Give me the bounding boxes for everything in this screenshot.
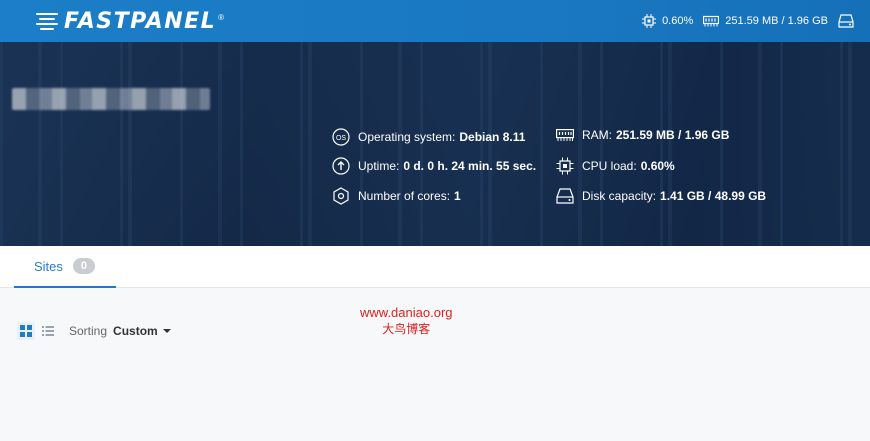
- grid-view-icon: [20, 325, 32, 337]
- watermark-name: 大鸟博客: [382, 322, 431, 336]
- watermark-url: www.daniao.org: [360, 305, 453, 320]
- ram-stat[interactable]: 251.59 MB / 1.96 GB: [703, 15, 828, 27]
- top-stats: 0.60% 251.59 MB / 1.96 GB: [632, 13, 860, 29]
- ram-usage-value: 251.59 MB / 1.96 GB: [725, 15, 828, 27]
- ram-icon: [556, 129, 574, 141]
- disk-icon: [838, 14, 854, 28]
- ram-label: RAM:: [582, 128, 612, 142]
- os-value: Debian 8.11: [459, 130, 526, 144]
- tab-sites-label: Sites: [34, 258, 63, 274]
- list-view-button[interactable]: [39, 322, 57, 340]
- os-icon: OS: [332, 128, 350, 146]
- cpu-stat[interactable]: 0.60%: [642, 14, 693, 28]
- disk-info: Disk capacity: 1.41 GB / 48.99 GB: [556, 187, 766, 205]
- uptime-label: Uptime:: [358, 159, 400, 173]
- list-view-icon: [42, 326, 54, 336]
- server-hostname-blurred: [12, 88, 210, 110]
- cores-info: Number of cores: 1: [332, 187, 461, 205]
- watermark: www.daniao.org 大鸟博客: [360, 305, 453, 337]
- cores-value: 1: [454, 189, 461, 203]
- tab-sites[interactable]: Sites 0: [14, 246, 116, 288]
- sorting-value: Custom: [113, 324, 158, 338]
- disk-label: Disk capacity:: [582, 189, 657, 203]
- cores-label: Number of cores:: [358, 189, 451, 203]
- cpu-label: CPU load:: [582, 159, 637, 173]
- logo-registered-mark: ®: [218, 12, 225, 22]
- cpu-icon: [556, 157, 574, 175]
- os-info: OS Operating system: Debian 8.11: [332, 128, 525, 146]
- ram-info: RAM: 251.59 MB / 1.96 GB: [556, 128, 729, 142]
- cpu-chip-icon: [642, 14, 657, 28]
- server-hero: OS Operating system: Debian 8.11 Uptime:…: [0, 42, 870, 246]
- cpu-usage-value: 0.60%: [662, 15, 694, 27]
- uptime-arrow-icon: [332, 157, 350, 175]
- sites-toolbar: Sorting Custom: [17, 322, 171, 340]
- cpu-value: 0.60%: [640, 159, 675, 173]
- logo-text: FASTPANEL: [64, 8, 217, 34]
- disk-value: 1.41 GB / 48.99 GB: [660, 189, 767, 203]
- memory-icon: [703, 15, 720, 27]
- tab-bar: Sites 0: [0, 246, 870, 288]
- disk-capacity-icon: [556, 188, 574, 204]
- caret-down-icon: [162, 329, 171, 333]
- cores-hexagon-icon: [333, 187, 349, 205]
- disk-stat[interactable]: [838, 13, 860, 29]
- svg-text:OS: OS: [336, 135, 346, 142]
- logo[interactable]: FASTPANEL ®: [36, 9, 224, 34]
- uptime-value: 0 d. 0 h. 24 min. 55 sec.: [403, 159, 537, 173]
- top-bar: FASTPANEL ® 0.60% 251.59 MB / 1.96 GB: [0, 0, 870, 42]
- cpu-info: CPU load: 0.60%: [556, 157, 675, 175]
- sites-count-badge: 0: [72, 258, 96, 274]
- grid-view-button[interactable]: [17, 322, 35, 340]
- sorting-label: Sorting: [69, 324, 108, 338]
- logo-lines-icon: [36, 12, 58, 30]
- os-label: Operating system:: [358, 130, 456, 144]
- ram-value: 251.59 MB / 1.96 GB: [616, 128, 730, 142]
- sorting-dropdown[interactable]: Custom: [113, 324, 171, 338]
- uptime-info: Uptime: 0 d. 0 h. 24 min. 55 sec.: [332, 157, 536, 175]
